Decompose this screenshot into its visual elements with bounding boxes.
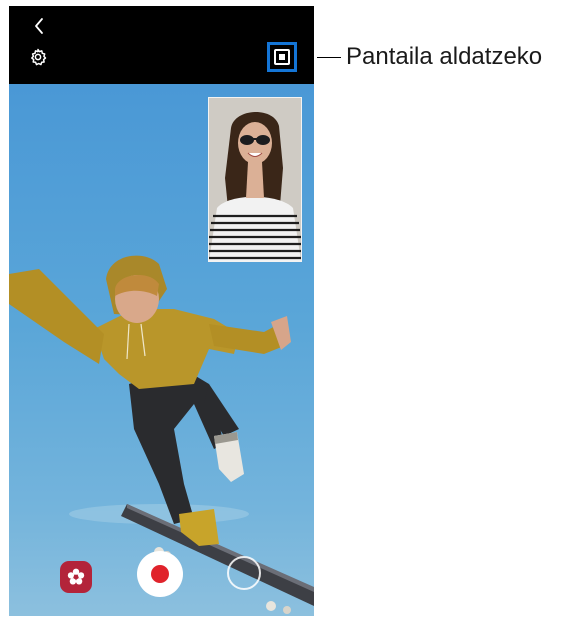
switch-screen-callout: Pantaila aldatzeko: [346, 43, 543, 70]
phone-screen: [9, 6, 314, 616]
callout-leader-line: [317, 57, 341, 58]
switch-screen-button[interactable]: [267, 42, 297, 72]
camera-controls: [9, 540, 314, 600]
camera-viewfinder: [9, 84, 314, 616]
record-button[interactable]: [137, 551, 183, 597]
gear-icon[interactable]: [28, 47, 48, 67]
chevron-left-icon[interactable]: [31, 15, 47, 37]
picture-in-picture-icon: [274, 49, 290, 65]
front-camera-pip: [208, 97, 302, 262]
switch-camera-icon[interactable]: [227, 556, 261, 590]
effects-button[interactable]: [60, 561, 92, 593]
flower-effects-icon: [67, 568, 85, 585]
record-icon: [151, 565, 169, 583]
camera-top-bar: [9, 6, 314, 84]
